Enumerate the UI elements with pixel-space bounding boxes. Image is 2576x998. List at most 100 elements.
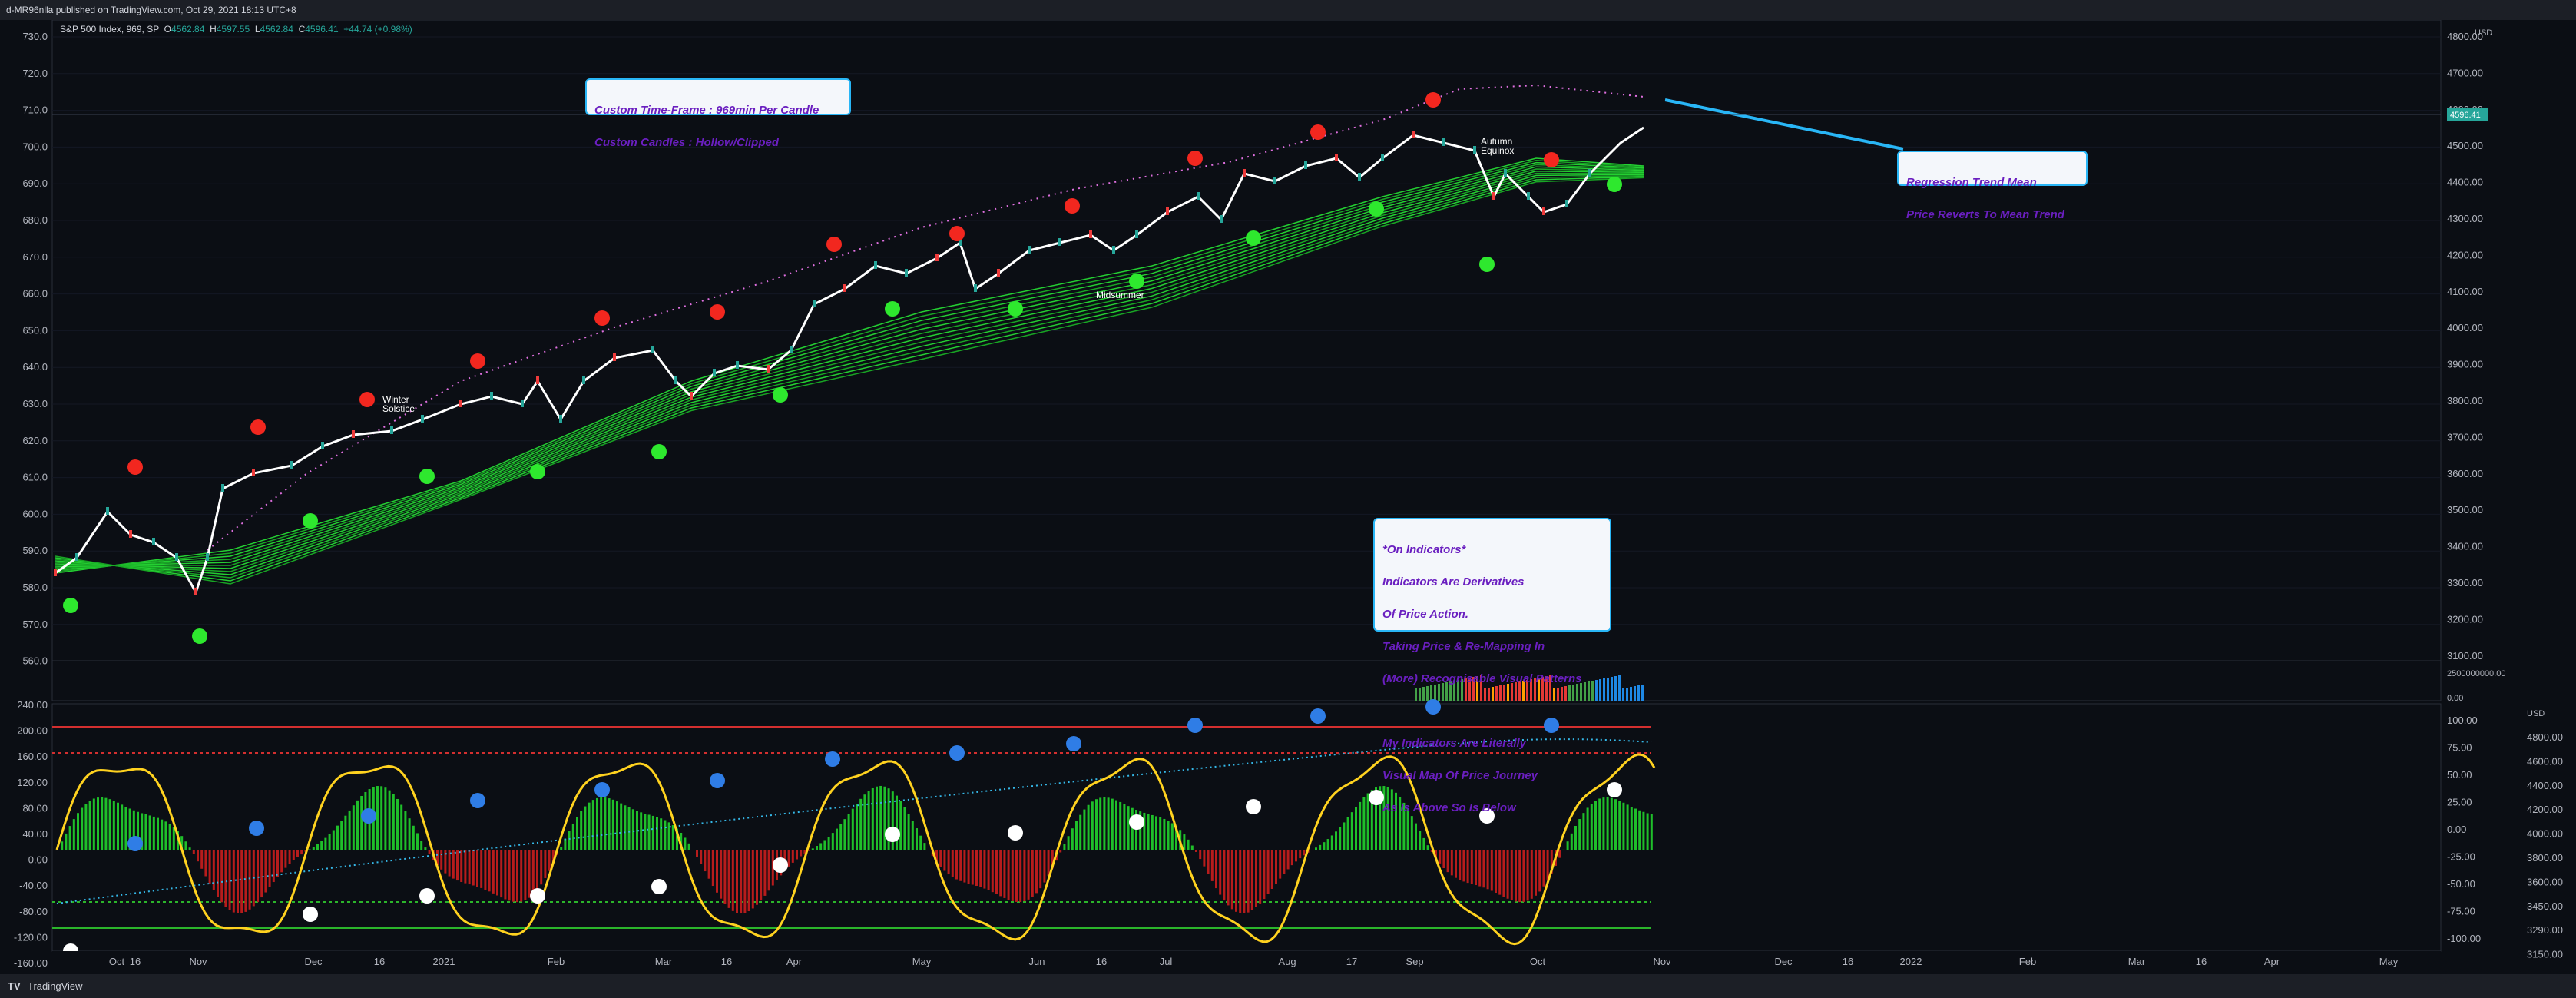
candle bbox=[1527, 192, 1530, 200]
candle bbox=[974, 284, 977, 292]
currency-label: USD bbox=[2475, 28, 2492, 38]
histogram-bar bbox=[1502, 850, 1505, 897]
histogram-bar bbox=[947, 850, 950, 875]
histogram-bar bbox=[412, 825, 415, 850]
histogram-bar bbox=[84, 804, 88, 850]
candle bbox=[613, 353, 616, 361]
histogram-bar bbox=[611, 799, 614, 850]
histogram-bar bbox=[192, 850, 195, 854]
histogram-bar bbox=[1459, 850, 1462, 880]
histogram-bar bbox=[1366, 793, 1369, 850]
high-dot bbox=[949, 226, 965, 241]
histogram-bar bbox=[1163, 818, 1166, 850]
histogram-bar bbox=[540, 850, 543, 885]
osc-left-tick: 0.00 bbox=[28, 854, 48, 866]
histogram-bar bbox=[1199, 850, 1202, 860]
histogram-bar bbox=[939, 850, 942, 867]
histogram-bar bbox=[356, 800, 359, 850]
osc-left-tick: -120.00 bbox=[14, 931, 48, 943]
indicators-callout[interactable]: *On Indicators* Indicators Are Derivativ… bbox=[1373, 518, 1611, 814]
time-tick: May bbox=[2379, 956, 2399, 967]
regression-callout[interactable]: Regression Trend Mean Price Reverts To M… bbox=[1897, 151, 2088, 220]
indicators-callout-line6 bbox=[1382, 706, 1602, 717]
osc-right-tick: -75.00 bbox=[2447, 906, 2475, 917]
histogram-bar bbox=[1426, 845, 1429, 850]
histogram-bar bbox=[723, 850, 727, 904]
indicators-callout-line5: (More) Recognisable Visual Patterns bbox=[1382, 672, 1582, 685]
low-dot bbox=[1479, 257, 1495, 272]
winter-label-line2: Solstice bbox=[382, 403, 415, 414]
low-label: L bbox=[254, 24, 260, 35]
histogram-bar bbox=[200, 850, 204, 869]
histogram-bar bbox=[65, 833, 68, 850]
histogram-bar bbox=[1159, 817, 1162, 850]
publish-line: d-MR96nlla published on TradingView.com,… bbox=[6, 5, 296, 15]
histogram-bar bbox=[1442, 850, 1445, 868]
main-panel[interactable] bbox=[51, 20, 2442, 661]
osc-left-tick: -160.00 bbox=[14, 957, 48, 969]
histogram-bar bbox=[92, 798, 95, 850]
high-dot bbox=[470, 353, 485, 369]
histogram-bar bbox=[248, 850, 251, 910]
chart-canvas[interactable]: 730.0 720.0 710.0 700.0 690.0 680.0 670.0 660.0… bbox=[0, 20, 2576, 974]
histogram-bar bbox=[476, 850, 478, 887]
histogram-bar bbox=[472, 850, 475, 886]
histogram-bar bbox=[1143, 812, 1146, 850]
time-tick: 16 bbox=[1843, 956, 1853, 967]
histogram-bar bbox=[1614, 799, 1617, 850]
time-axis-bar[interactable] bbox=[52, 951, 2441, 974]
histogram-bar bbox=[416, 833, 419, 850]
histogram-bar bbox=[687, 843, 690, 850]
main-left-tick: 630.0 bbox=[22, 398, 48, 409]
histogram-bar bbox=[388, 790, 391, 850]
volume-bar bbox=[1603, 678, 1605, 701]
histogram-bar bbox=[955, 850, 958, 880]
midsummer-label: Midsummer bbox=[1096, 290, 1144, 300]
histogram-bar bbox=[1007, 850, 1010, 900]
histogram-bar bbox=[496, 850, 498, 896]
histogram-bar bbox=[987, 850, 990, 890]
histogram-bar bbox=[264, 850, 267, 893]
histogram-bar bbox=[876, 786, 878, 850]
time-tick: 16 bbox=[130, 956, 141, 967]
histogram-bar bbox=[627, 807, 631, 850]
main-left-tick: 720.0 bbox=[22, 68, 48, 79]
histogram-bar bbox=[1279, 850, 1282, 879]
candle bbox=[221, 484, 224, 492]
histogram-bar bbox=[420, 840, 423, 850]
histogram-bar bbox=[456, 850, 459, 881]
symbol-legend[interactable]: S&P 500 Index, 969, SP O4562.84 H4597.55… bbox=[60, 24, 412, 35]
histogram-bar bbox=[995, 850, 998, 894]
histogram-bar bbox=[1103, 797, 1106, 850]
osc-right-tick: -25.00 bbox=[2447, 851, 2475, 863]
osc-usd-tick: 4800.00 bbox=[2527, 731, 2563, 743]
histogram-bar bbox=[883, 786, 886, 850]
histogram-bar bbox=[1039, 850, 1042, 889]
histogram-bar bbox=[1087, 804, 1090, 850]
histogram-bar bbox=[991, 850, 994, 893]
histogram-bar bbox=[308, 849, 311, 850]
histogram-bar bbox=[512, 850, 515, 902]
histogram-bar bbox=[1067, 836, 1070, 850]
histogram-bar bbox=[97, 797, 99, 850]
time-tick: 16 bbox=[374, 956, 385, 967]
histogram-bar bbox=[951, 850, 954, 877]
candle bbox=[1442, 138, 1445, 146]
candle bbox=[1135, 230, 1138, 238]
osc-left-tick: -80.00 bbox=[19, 906, 48, 917]
open-value: 4562.84 bbox=[171, 24, 205, 35]
timeframe-callout[interactable]: Custom Time-Frame : 969min Per Candle Cu… bbox=[585, 78, 851, 148]
histogram-bar bbox=[1043, 850, 1046, 883]
osc-low-dot bbox=[1607, 782, 1622, 797]
candle bbox=[935, 254, 939, 261]
main-right-tick: 3700.00 bbox=[2447, 431, 2483, 443]
volume-panel[interactable] bbox=[51, 660, 2442, 701]
histogram-bar bbox=[460, 850, 463, 883]
osc-left-tick: 40.00 bbox=[22, 828, 48, 840]
histogram-bar bbox=[1195, 850, 1197, 852]
main-right-tick: 4500.00 bbox=[2447, 140, 2483, 151]
main-right-tick: 4400.00 bbox=[2447, 177, 2483, 188]
low-value: 4562.84 bbox=[260, 24, 293, 35]
low-dot bbox=[1008, 301, 1023, 317]
time-tick: Nov bbox=[189, 956, 207, 967]
